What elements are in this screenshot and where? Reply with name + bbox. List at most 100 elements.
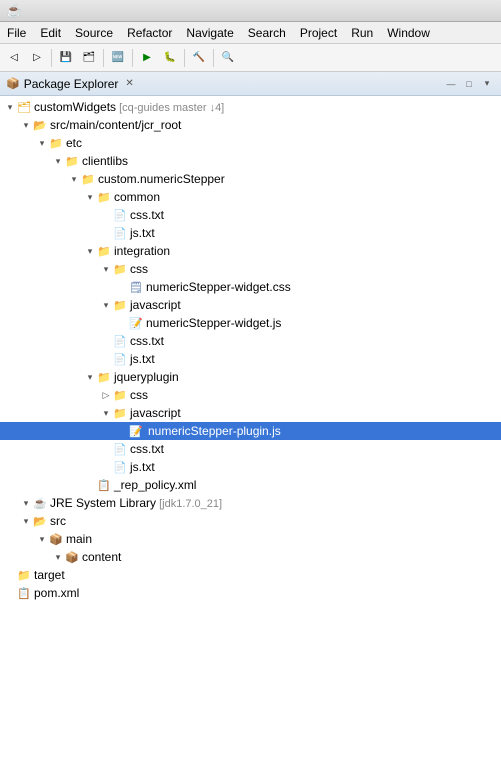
tree-item[interactable]: ▷📋_rep_policy.xml <box>0 476 501 494</box>
tree-item[interactable]: ▷📄js.txt <box>0 458 501 476</box>
panel-close-btn[interactable]: ✕ <box>122 77 136 90</box>
tree-toggle[interactable]: ▷ <box>100 389 112 401</box>
tree-item[interactable]: ▷📁css <box>0 386 501 404</box>
tree-item-label: numericStepper-widget.css <box>146 280 291 294</box>
tree-item[interactable]: ▷📄css.txt <box>0 332 501 350</box>
package-explorer-panel: 📦 Package Explorer ✕ — □ ▾ ▾🗂customWidge… <box>0 72 501 778</box>
tree-item-icon: 📁 <box>112 261 128 277</box>
menu-item-navigate[interactable]: Navigate <box>179 22 240 43</box>
tree-item-icon: 📝 <box>128 423 144 439</box>
tree-item[interactable]: ▷📄js.txt <box>0 350 501 368</box>
tree-item[interactable]: ▾📁javascript <box>0 296 501 314</box>
tree-item[interactable]: ▷🗒numericStepper-widget.css <box>0 278 501 296</box>
tree-item[interactable]: ▾📁integration <box>0 242 501 260</box>
tree-toggle[interactable]: ▾ <box>20 119 32 131</box>
tree-item-icon: 📁 <box>112 405 128 421</box>
panel-dropdown-btn[interactable]: ▾ <box>479 76 495 92</box>
tree-item-label: numericStepper-plugin.js <box>146 424 283 438</box>
panel-title-group: 📦 Package Explorer ✕ <box>6 77 137 91</box>
tree-item-label: common <box>114 190 160 204</box>
toolbar-run-btn[interactable]: ▶ <box>136 47 158 69</box>
tree-item[interactable]: ▾📂src <box>0 512 501 530</box>
menu-item-run[interactable]: Run <box>344 22 380 43</box>
toolbar-save-btn[interactable]: 💾 <box>55 47 77 69</box>
tree-item-label: etc <box>66 136 82 150</box>
tree-item[interactable]: ▷📄css.txt <box>0 440 501 458</box>
tree-toggle[interactable]: ▾ <box>36 137 48 149</box>
tree-item-icon: 📋 <box>96 477 112 493</box>
tree-item[interactable]: ▾📁javascript <box>0 404 501 422</box>
tree-item-label: css.txt <box>130 208 164 222</box>
toolbar-save-all-btn[interactable]: 🗂 <box>78 47 100 69</box>
menu-bar: FileEditSourceRefactorNavigateSearchProj… <box>0 22 501 44</box>
tree-item-label: src <box>50 514 66 528</box>
toolbar: ◁ ▷ 💾 🗂 🆕 ▶ 🐛 🔨 🔍 <box>0 44 501 72</box>
tree-toggle[interactable]: ▾ <box>20 497 32 509</box>
tree-item[interactable]: ▾🗂customWidgets [cq-guides master ↓4] <box>0 98 501 116</box>
toolbar-fwd-btn[interactable]: ▷ <box>26 47 48 69</box>
panel-minimize-btn[interactable]: — <box>443 76 459 92</box>
tree-item-label: content <box>82 550 121 564</box>
tree-toggle[interactable]: ▾ <box>84 245 96 257</box>
tree-item[interactable]: ▾☕JRE System Library [jdk1.7.0_21] <box>0 494 501 512</box>
tree-item[interactable]: ▾📁etc <box>0 134 501 152</box>
title-bar: ☕ <box>0 0 501 22</box>
tree-toggle[interactable]: ▾ <box>100 299 112 311</box>
tree-item-label: clientlibs <box>82 154 128 168</box>
tree-item-icon: 📁 <box>112 387 128 403</box>
tree-item-extra: [jdk1.7.0_21] <box>156 498 222 510</box>
menu-item-window[interactable]: Window <box>380 22 437 43</box>
tree-item[interactable]: ▾📦main <box>0 530 501 548</box>
tree-item[interactable]: ▷📋pom.xml <box>0 584 501 602</box>
tree-item-label: integration <box>114 244 170 258</box>
tree-item[interactable]: ▾📂src/main/content/jcr_root <box>0 116 501 134</box>
tree-item[interactable]: ▷📄js.txt <box>0 224 501 242</box>
toolbar-sep-3 <box>132 49 133 67</box>
tree-item[interactable]: ▾📦content <box>0 548 501 566</box>
tree-item-label: javascript <box>130 406 181 420</box>
toolbar-new-btn[interactable]: 🆕 <box>107 47 129 69</box>
tree-item-icon: 📝 <box>128 315 144 331</box>
tree-item-icon: 📄 <box>112 441 128 457</box>
tree-item[interactable]: ▾📁css <box>0 260 501 278</box>
tree-toggle[interactable]: ▾ <box>100 263 112 275</box>
menu-item-file[interactable]: File <box>0 22 33 43</box>
toolbar-back-btn[interactable]: ◁ <box>3 47 25 69</box>
tree-item[interactable]: ▾📁clientlibs <box>0 152 501 170</box>
tree-item-label: jqueryplugin <box>114 370 179 384</box>
tree-item-icon: 🗒 <box>128 279 144 295</box>
tree-toggle[interactable]: ▾ <box>68 173 80 185</box>
tree-item-icon: 🗂 <box>16 99 32 115</box>
tree-item-icon: 📁 <box>112 297 128 313</box>
tree-item[interactable]: ▷📝numericStepper-widget.js <box>0 314 501 332</box>
toolbar-search-btn[interactable]: 🔍 <box>217 47 239 69</box>
tree-toggle[interactable]: ▾ <box>4 101 16 113</box>
tree-item[interactable]: ▾📁common <box>0 188 501 206</box>
menu-item-search[interactable]: Search <box>241 22 293 43</box>
panel-icon: 📦 <box>6 77 20 90</box>
tree-item-label: custom.numericStepper <box>98 172 225 186</box>
tree-item[interactable]: ▾📁jqueryplugin <box>0 368 501 386</box>
menu-item-edit[interactable]: Edit <box>33 22 68 43</box>
toolbar-debug-btn[interactable]: 🐛 <box>159 47 181 69</box>
menu-item-source[interactable]: Source <box>68 22 120 43</box>
tree-toggle[interactable]: ▾ <box>52 551 64 563</box>
tree-toggle[interactable]: ▾ <box>100 407 112 419</box>
panel-maximize-btn[interactable]: □ <box>461 76 477 92</box>
tree-toggle[interactable]: ▾ <box>20 515 32 527</box>
tree-toggle[interactable]: ▾ <box>84 191 96 203</box>
tree-item[interactable]: ▷📄css.txt <box>0 206 501 224</box>
toolbar-build-btn[interactable]: 🔨 <box>188 47 210 69</box>
menu-item-project[interactable]: Project <box>293 22 344 43</box>
tree-item-icon: 📁 <box>64 153 80 169</box>
tree-toggle[interactable]: ▾ <box>36 533 48 545</box>
toolbar-sep-2 <box>103 49 104 67</box>
menu-item-refactor[interactable]: Refactor <box>120 22 179 43</box>
tree-item[interactable]: ▷📁target <box>0 566 501 584</box>
tree-item-label: customWidgets [cq-guides master ↓4] <box>34 100 224 114</box>
tree-item[interactable]: ▷📝numericStepper-plugin.js <box>0 422 501 440</box>
tree-item[interactable]: ▾📁custom.numericStepper <box>0 170 501 188</box>
tree-toggle[interactable]: ▾ <box>52 155 64 167</box>
tree-toggle[interactable]: ▾ <box>84 371 96 383</box>
tree-item-extra: [cq-guides master ↓4] <box>116 102 224 114</box>
